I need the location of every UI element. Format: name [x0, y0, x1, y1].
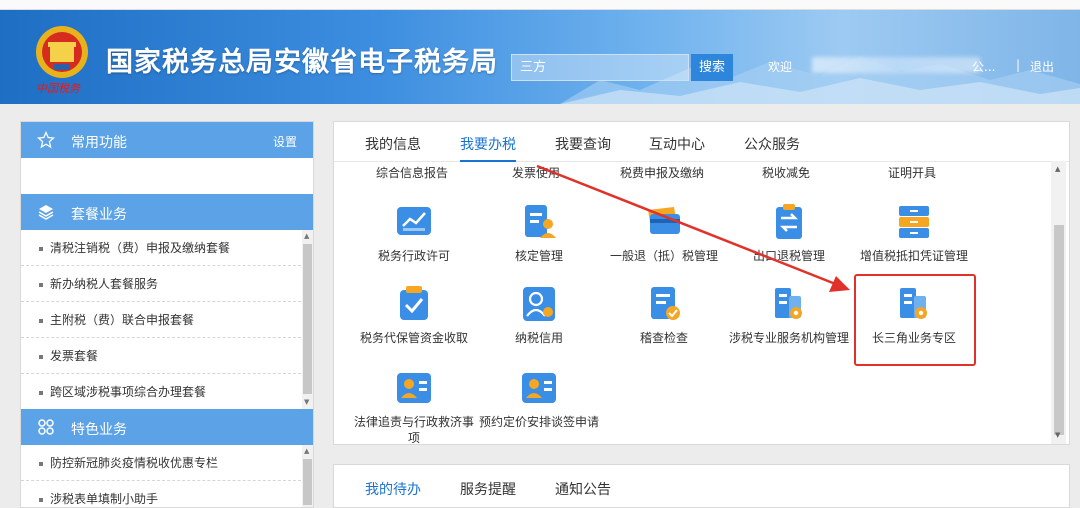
section-common-functions[interactable]: 常用功能 设置 [21, 122, 313, 158]
package-list: 清税注销税（费）申报及缴纳套餐 新办纳税人套餐服务 主附税（费）联合申报套餐 发… [21, 230, 313, 410]
settings-link[interactable]: 设置 [273, 133, 297, 150]
list-item[interactable]: 新办纳税人套餐服务 [21, 266, 301, 302]
tab-my-info[interactable]: 我的信息 [365, 134, 421, 154]
list-item[interactable]: 防控新冠肺炎疫情税收优惠专栏 [21, 445, 301, 481]
chart-icon [397, 207, 431, 235]
search-input[interactable]: 三方 [511, 54, 689, 81]
section-special-business[interactable]: 特色业务 [21, 409, 313, 445]
star-icon [37, 131, 55, 149]
scrollbar-thumb[interactable] [303, 459, 312, 505]
special-list: 防控新冠肺炎疫情税收优惠专栏 涉税表单填制小助手 ▲ [21, 445, 313, 507]
site-header: 中国税务 国家税务总局安徽省电子税务局 三方 搜索 欢迎 公... | 退出 [0, 10, 1080, 104]
tile-admin-license[interactable]: 税务行政许可 [354, 202, 474, 264]
tab-my-todo[interactable]: 我的待办 [365, 479, 421, 499]
category-invoice[interactable]: 发票使用 [512, 164, 560, 181]
building-gear-icon [775, 288, 802, 319]
tab-interaction[interactable]: 互动中心 [649, 134, 705, 154]
clipboard-exchange-icon [776, 204, 802, 239]
tile-general-refund[interactable]: 一般退（抵）税管理 [604, 202, 724, 264]
main-tabs: 我的信息 我要办税 我要查询 互动中心 公众服务 [334, 122, 1069, 162]
doc-check-icon [651, 287, 680, 320]
tab-public-service[interactable]: 公众服务 [744, 134, 800, 154]
grid-icon [38, 419, 54, 435]
section-package-business[interactable]: 套餐业务 [21, 194, 313, 230]
layers-icon [38, 205, 54, 220]
username-redacted [812, 57, 980, 73]
tile-tax-agency-management[interactable]: 涉税专业服务机构管理 [729, 284, 849, 346]
cabinet-icon [899, 206, 929, 238]
package-scrollbar[interactable]: ▲ ▼ [302, 230, 313, 410]
tab-tax-handling[interactable]: 我要办税 [460, 134, 516, 162]
tab-query[interactable]: 我要查询 [555, 134, 611, 154]
tab-service-reminder[interactable]: 服务提醒 [460, 479, 516, 499]
tax-emblem-logo [36, 26, 88, 78]
scroll-down-arrow-icon[interactable]: ▼ [304, 398, 309, 406]
user-star-icon [523, 287, 555, 321]
scroll-down-arrow-icon[interactable]: ▼ [1055, 431, 1060, 439]
welcome-text: 欢迎 [768, 60, 793, 74]
id-card-icon [397, 373, 431, 403]
header-separator: | [1016, 58, 1021, 72]
tile-legal-remedy[interactable]: 法律追责与行政救济事项 [354, 368, 474, 446]
id-card-icon [522, 373, 556, 403]
tile-tax-credit[interactable]: 纳税信用 [479, 284, 599, 346]
scrollbar-thumb[interactable] [1054, 225, 1064, 435]
category-declaration[interactable]: 税费申报及缴纳 [620, 164, 704, 181]
logout-link[interactable]: 退出 [1030, 58, 1054, 75]
category-certificate[interactable]: 证明开具 [888, 164, 936, 181]
special-scrollbar[interactable]: ▲ [302, 445, 313, 507]
search-button[interactable]: 搜索 [691, 54, 733, 81]
tile-inspection[interactable]: 稽查检查 [604, 284, 724, 346]
scroll-up-arrow-icon[interactable]: ▲ [1055, 165, 1060, 173]
list-item[interactable]: 发票套餐 [21, 338, 301, 374]
site-title: 国家税务总局安徽省电子税务局 [106, 47, 498, 78]
scroll-up-arrow-icon[interactable]: ▲ [304, 232, 309, 240]
document-user-icon [525, 205, 556, 238]
section-label: 特色业务 [71, 422, 127, 438]
tile-apa-application[interactable]: 预约定价安排谈签申请 [479, 368, 599, 430]
list-item[interactable]: 主附税（费）联合申报套餐 [21, 302, 301, 338]
tab-announcement[interactable]: 通知公告 [555, 479, 611, 499]
bottom-panel: 我的待办 服务提醒 通知公告 [333, 464, 1070, 508]
category-info-report[interactable]: 综合信息报告 [376, 164, 448, 181]
tile-fund-custody[interactable]: 税务代保管资金收取 [354, 284, 474, 346]
list-item[interactable]: 跨区域涉税事项综合办理套餐 [21, 374, 301, 410]
section-label: 常用功能 [71, 135, 127, 151]
shield-check-icon [400, 286, 428, 320]
tile-vat-deduction[interactable]: 增值税抵扣凭证管理 [854, 202, 974, 264]
main-scrollbar[interactable]: ▲ ▼ [1051, 161, 1066, 444]
scroll-up-arrow-icon[interactable]: ▲ [304, 447, 309, 455]
emblem-caption: 中国税务 [36, 82, 80, 95]
browser-bookmark-strip [0, 0, 1080, 10]
section-label: 套餐业务 [71, 207, 127, 223]
category-tax-relief[interactable]: 税收减免 [762, 164, 810, 181]
card-icon [648, 207, 680, 234]
tile-export-refund[interactable]: 出口退税管理 [729, 202, 849, 264]
tile-assessment-management[interactable]: 核定管理 [479, 202, 599, 264]
list-item[interactable]: 清税注销税（费）申报及缴纳套餐 [21, 230, 301, 266]
highlight-box [854, 274, 976, 366]
left-sidebar: 常用功能 设置 套餐业务 清税注销税（费）申报及缴纳套餐 新办纳税人套餐服务 主… [20, 121, 314, 508]
scrollbar-thumb[interactable] [303, 244, 312, 394]
list-item[interactable]: 涉税表单填制小助手 [21, 481, 301, 507]
username-suffix: 公... [972, 60, 996, 74]
